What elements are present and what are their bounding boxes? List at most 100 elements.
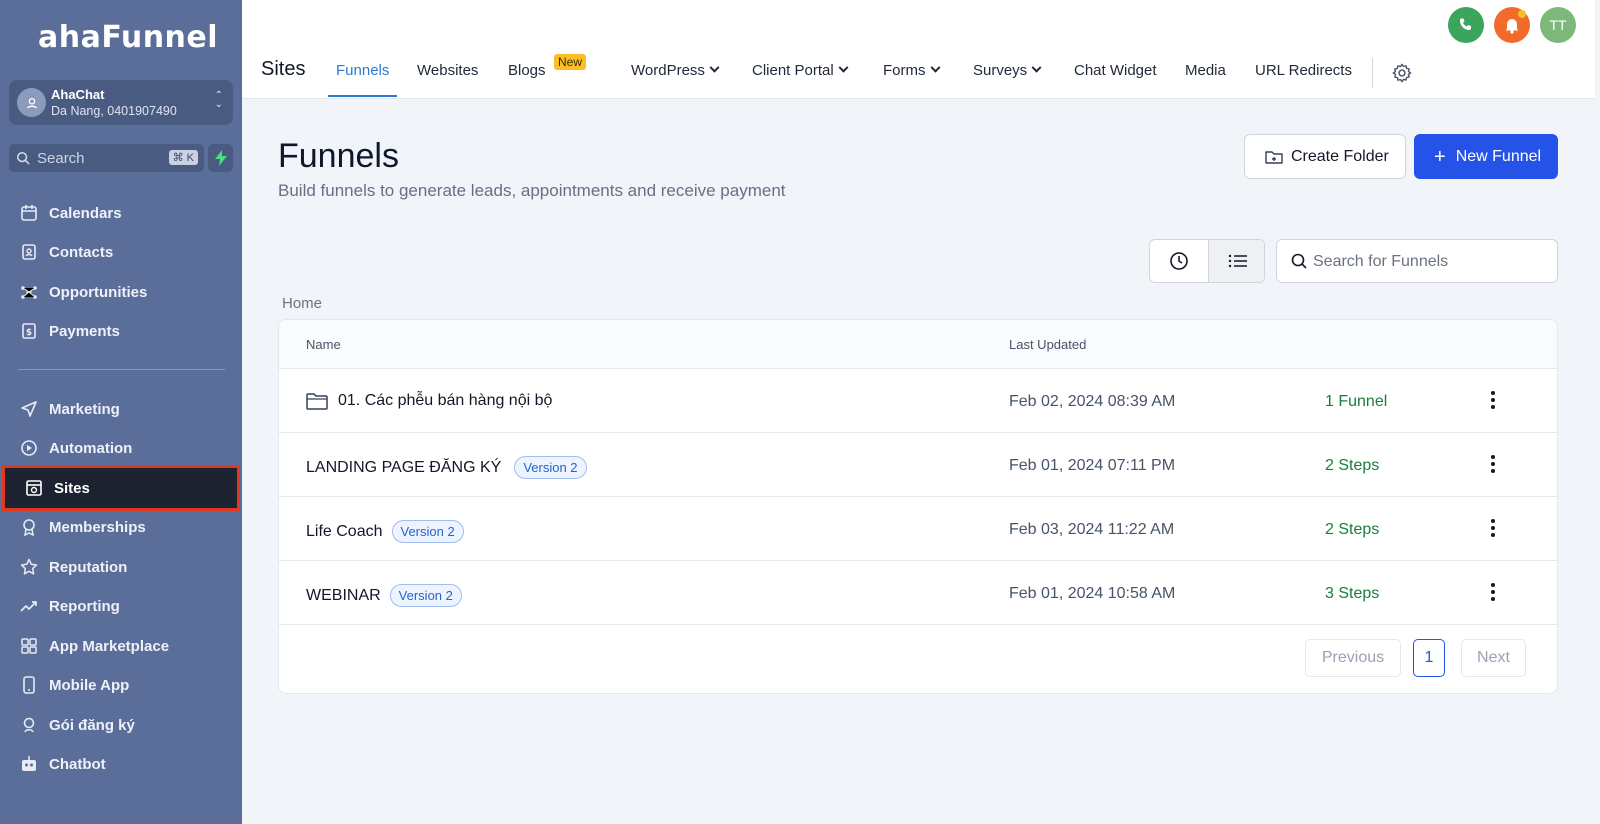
plus-icon: + bbox=[1434, 145, 1446, 168]
automation-icon bbox=[19, 438, 39, 458]
tab-client-portal[interactable]: Client Portal bbox=[752, 62, 849, 79]
version-badge: Version 2 bbox=[391, 520, 464, 543]
breadcrumb[interactable]: Home bbox=[282, 295, 322, 312]
search-placeholder: Search for Funnels bbox=[1313, 253, 1449, 270]
phone-button[interactable] bbox=[1448, 7, 1484, 43]
recent-view-button[interactable] bbox=[1150, 240, 1208, 282]
grid-icon bbox=[19, 636, 39, 656]
sidebar-item-reporting[interactable]: Reporting bbox=[0, 586, 242, 626]
tab-label: Media bbox=[1185, 62, 1226, 79]
chevron-down-icon bbox=[838, 62, 849, 73]
list-view-button[interactable] bbox=[1208, 240, 1264, 282]
sidebar-item-goi-dang-ky[interactable]: Gói đăng ký bbox=[0, 705, 242, 745]
tab-chat-widget[interactable]: Chat Widget bbox=[1074, 62, 1157, 79]
sidebar-item-label: Reporting bbox=[49, 597, 120, 615]
column-name: Name bbox=[306, 337, 341, 352]
lightning-icon bbox=[214, 150, 227, 166]
sidebar-item-mobile-app[interactable]: Mobile App bbox=[0, 665, 242, 705]
row-updated: Feb 03, 2024 11:22 AM bbox=[1009, 521, 1175, 538]
row-name: 01. Các phễu bán hàng nội bộ bbox=[338, 392, 553, 409]
sidebar-item-label: Chatbot bbox=[49, 755, 106, 773]
version-badge: Version 2 bbox=[389, 584, 462, 607]
account-switcher[interactable]: AhaChat Da Nang, 0401907490 ⌃ ⌄ bbox=[9, 80, 233, 125]
badge-icon bbox=[19, 715, 39, 735]
funnels-table: Name Last Updated 01. Các phễu bán hàng … bbox=[278, 319, 1558, 694]
sidebar-item-chatbot[interactable]: Chatbot bbox=[0, 744, 242, 784]
sidebar-item-sites[interactable]: Sites bbox=[2, 465, 240, 511]
sidebar-item-label: Opportunities bbox=[49, 283, 148, 301]
more-options-icon[interactable] bbox=[1485, 389, 1501, 411]
row-name: Life Coach bbox=[306, 522, 383, 540]
previous-page-button[interactable]: Previous bbox=[1305, 639, 1401, 677]
tab-websites[interactable]: Websites bbox=[417, 62, 478, 79]
quick-action-button[interactable] bbox=[208, 144, 233, 172]
sidebar-item-payments[interactable]: $ Payments bbox=[0, 311, 242, 351]
table-row[interactable]: LANDING PAGE ĐĂNG KÝ Version 2 Feb 01, 2… bbox=[279, 433, 1557, 497]
sidebar-search[interactable]: Search ⌘ K bbox=[9, 144, 204, 172]
tab-label: Forms bbox=[883, 62, 926, 79]
sidebar-item-contacts[interactable]: Contacts bbox=[0, 232, 242, 272]
row-name-cell: Life Coach Version 2 bbox=[306, 520, 464, 543]
user-avatar[interactable]: TT bbox=[1540, 7, 1576, 43]
table-row[interactable]: WEBINAR Version 2 Feb 01, 2024 10:58 AM … bbox=[279, 561, 1557, 625]
sidebar-item-calendars[interactable]: Calendars bbox=[0, 193, 242, 233]
notifications-button[interactable] bbox=[1494, 7, 1530, 43]
sidebar-item-reputation[interactable]: Reputation bbox=[0, 547, 242, 587]
page-number-button[interactable]: 1 bbox=[1413, 639, 1445, 677]
svg-text:$: $ bbox=[26, 328, 32, 338]
row-name: LANDING PAGE ĐĂNG KÝ bbox=[306, 458, 502, 476]
tab-media[interactable]: Media bbox=[1185, 62, 1226, 79]
sidebar-item-label: Marketing bbox=[49, 400, 120, 418]
award-icon bbox=[19, 517, 39, 537]
next-page-button[interactable]: Next bbox=[1461, 639, 1526, 677]
tab-label: Client Portal bbox=[752, 62, 834, 79]
sidebar: ahaFunnel AhaChat Da Nang, 0401907490 ⌃ ⌄… bbox=[0, 0, 242, 824]
section-title: Sites bbox=[261, 58, 306, 80]
tab-forms[interactable]: Forms bbox=[883, 62, 940, 79]
new-funnel-button[interactable]: + New Funnel bbox=[1414, 134, 1558, 179]
send-icon bbox=[19, 399, 39, 419]
tab-blogs[interactable]: Blogs bbox=[508, 62, 546, 79]
table-row[interactable]: Life Coach Version 2 Feb 03, 2024 11:22 … bbox=[279, 497, 1557, 561]
search-icon bbox=[16, 151, 30, 170]
create-folder-button[interactable]: Create Folder bbox=[1244, 134, 1406, 179]
tab-surveys[interactable]: Surveys bbox=[973, 62, 1042, 79]
sidebar-item-opportunities[interactable]: Opportunities bbox=[0, 272, 242, 312]
chevron-down-icon bbox=[1031, 62, 1042, 73]
tab-funnels[interactable]: Funnels bbox=[328, 62, 398, 97]
sidebar-item-label: Contacts bbox=[49, 243, 114, 261]
more-options-icon[interactable] bbox=[1485, 453, 1501, 475]
account-location: Da Nang, 0401907490 bbox=[51, 104, 177, 118]
funnel-search-input[interactable]: Search for Funnels bbox=[1276, 239, 1558, 283]
row-updated: Feb 01, 2024 07:11 PM bbox=[1009, 457, 1176, 474]
more-options-icon[interactable] bbox=[1485, 517, 1501, 539]
notification-dot bbox=[1518, 10, 1526, 18]
row-updated: Feb 01, 2024 10:58 AM bbox=[1009, 585, 1176, 602]
tab-wordpress[interactable]: WordPress bbox=[631, 62, 720, 79]
top-navigation: Sites Funnels Websites Blogs New WordPre… bbox=[242, 0, 1595, 99]
sidebar-item-automation[interactable]: Automation bbox=[0, 428, 242, 468]
sidebar-item-memberships[interactable]: Memberships bbox=[0, 507, 242, 547]
chevron-down-icon bbox=[930, 62, 940, 73]
row-count: 2 Steps bbox=[1325, 521, 1380, 538]
table-header: Name Last Updated bbox=[279, 320, 1557, 369]
more-options-icon[interactable] bbox=[1485, 581, 1501, 603]
clock-icon bbox=[1170, 252, 1188, 270]
tab-label: Blogs bbox=[508, 62, 546, 79]
trend-icon bbox=[19, 596, 39, 616]
sidebar-item-marketing[interactable]: Marketing bbox=[0, 389, 242, 429]
sidebar-item-label: App Marketplace bbox=[49, 637, 170, 655]
sidebar-item-app-marketplace[interactable]: App Marketplace bbox=[0, 626, 242, 666]
page-subtitle: Build funnels to generate leads, appoint… bbox=[278, 181, 786, 200]
star-icon bbox=[19, 557, 39, 577]
tab-label: Surveys bbox=[973, 62, 1028, 79]
tab-url-redirects[interactable]: URL Redirects bbox=[1255, 62, 1352, 79]
sidebar-item-label: Mobile App bbox=[49, 676, 130, 694]
row-name: WEBINAR bbox=[306, 586, 381, 604]
gear-icon[interactable] bbox=[1391, 62, 1413, 89]
table-row[interactable]: 01. Các phễu bán hàng nội bộ Feb 02, 202… bbox=[279, 369, 1557, 433]
active-tab-indicator bbox=[328, 95, 398, 97]
payments-icon: $ bbox=[19, 321, 39, 341]
row-updated: Feb 02, 2024 08:39 AM bbox=[1009, 393, 1176, 410]
row-count: 3 Steps bbox=[1325, 585, 1380, 602]
